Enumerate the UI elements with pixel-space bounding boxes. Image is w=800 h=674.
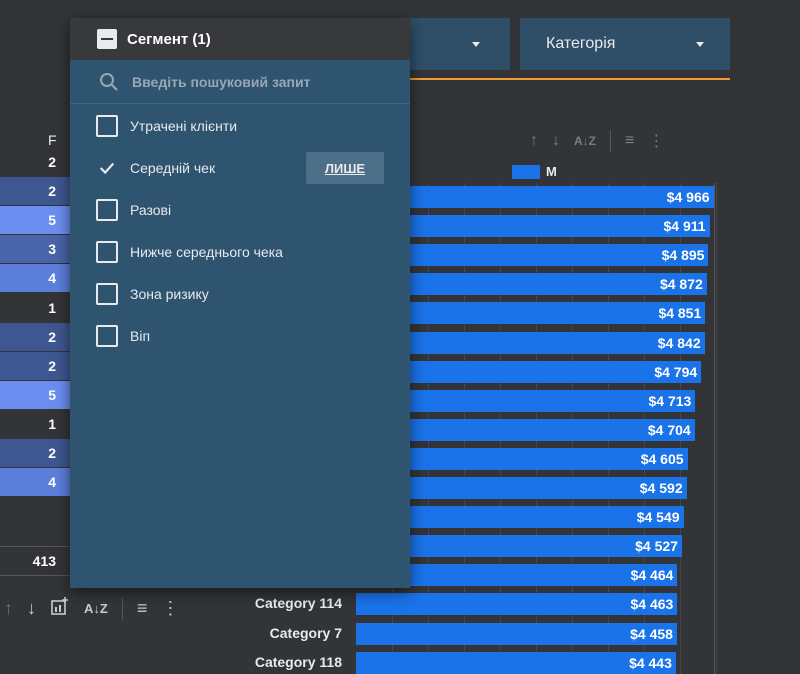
search-row [70,60,410,104]
filter-icon[interactable]: ≡ [625,132,634,150]
bar-value-label: $4 463 [630,596,674,613]
table-total: 413 [0,546,70,574]
search-icon [100,72,118,91]
bar-value-label: $4 458 [630,625,673,642]
table-cell: 2 [0,351,70,380]
category-label: Category 118 [254,653,342,670]
bar[interactable]: $4 443 [356,651,676,674]
active-filter-underline [410,78,730,80]
legend-label: M [546,164,557,179]
segment-option[interactable]: Середній чек [96,156,215,180]
bar-value-label: $4 794 [654,363,698,380]
sort-alpha-icon[interactable]: A↓Z [574,134,596,148]
checkbox[interactable] [96,115,118,137]
table-cell: 5 [0,380,70,409]
more-vert-icon[interactable]: ⋮ [648,131,664,151]
sort-descending-icon[interactable]: ↓ [27,598,36,619]
category-filter-dropdown[interactable]: Категорія [520,18,730,70]
only-button[interactable]: ЛИШЕ [306,152,384,184]
bar-value-label: $4 443 [629,654,672,671]
table-cell: 2 [0,148,70,176]
sort-ascending-icon[interactable]: ↑ [530,132,538,150]
sort-ascending-icon[interactable]: ↑ [4,598,13,619]
segment-option[interactable]: Утрачені клієнти [96,114,237,138]
deselect-all-checkbox[interactable] [97,29,117,49]
segment-option-label: Нижче середнього чека [130,244,283,260]
chevron-down-icon [696,41,704,47]
checkbox[interactable] [96,199,118,221]
legend-swatch [512,164,540,179]
bar-value-label: $4 592 [639,480,683,496]
segment-filter-header[interactable]: Сегмент (1) [70,18,410,60]
segment-option-label: Середній чек [130,160,216,176]
table-cell: 3 [0,235,70,264]
toolbar-divider [121,597,123,620]
segment-option-label: Разові [130,202,172,218]
bar-value-label: $4 966 [666,189,710,205]
category-filter-label: Категорія [546,35,616,52]
filter-icon[interactable]: ≡ [137,598,148,619]
bar-value-label: $4 549 [636,509,680,526]
bar-value-label: $4 842 [657,334,701,351]
checkbox-checked[interactable] [96,157,118,179]
bar-value-label: $4 895 [661,247,705,264]
bar-value-label: $4 605 [640,450,684,467]
bar[interactable]: $4 463 [356,593,678,616]
table-header-f[interactable]: F [48,132,57,148]
chart-toolbar: ↑ ↓ A↓Z ≡ ⋮ [530,130,664,152]
search-input[interactable] [132,73,392,90]
table-cell: 2 [0,322,70,351]
bar-chart: $4 966 $4 911 $4 895 $4 872 $4 851 $4 842 $4 7… [356,183,717,674]
chart-axis-line [714,183,715,674]
segment-option-label: Віп [130,328,151,344]
table-cell: 1 [0,409,70,438]
bar-value-label: $4 911 [663,218,706,235]
chart-legend: M [512,164,557,179]
bar-value-label: $4 851 [658,305,702,322]
segment-filter-panel: Сегмент (1) Утрачені клієнти Середній чек… [70,18,410,588]
bar-value-label: $4 872 [659,276,703,293]
segment-option[interactable]: Зона ризику [96,282,209,306]
table-cell: 2 [0,439,70,467]
category-label: Category 7 [269,624,342,641]
segment-filter-title: Сегмент (1) [127,30,211,48]
check-icon [99,162,115,175]
table-cell: 5 [0,206,70,235]
segment-option-label: Зона ризику [130,286,209,302]
toolbar-divider [610,130,611,152]
table-cell: 4 [0,468,70,497]
segment-option-label: Утрачені клієнти [130,118,238,134]
table-toolbar: ↑ ↓ A↓Z ≡ ⋮ [4,596,179,621]
bar-value-label: $4 464 [630,567,674,584]
checkbox[interactable] [96,325,118,347]
category-label: Category 114 [254,595,342,612]
sort-descending-icon[interactable]: ↓ [552,132,560,150]
checkbox[interactable] [96,283,118,305]
table-cell: 4 [0,264,70,293]
filter-dropdown-1[interactable] [410,18,510,70]
table-cell: 1 [0,293,70,322]
sort-alpha-icon[interactable]: A↓Z [84,601,108,616]
add-chart-icon[interactable] [50,596,70,621]
gridline [716,183,717,674]
segment-option[interactable]: Віп [96,324,150,348]
bar-value-label: $4 527 [635,538,678,555]
bar-value-label: $4 713 [648,392,692,409]
chevron-down-icon [472,41,480,47]
bar[interactable]: $4 458 [356,622,677,645]
segment-option[interactable]: Разові [96,198,171,222]
checkbox[interactable] [96,241,118,263]
more-vert-icon[interactable]: ⋮ [161,598,179,619]
bar-value-label: $4 704 [647,421,691,438]
table-cell: 2 [0,177,70,206]
segment-option[interactable]: Нижче середнього чека [96,240,283,264]
